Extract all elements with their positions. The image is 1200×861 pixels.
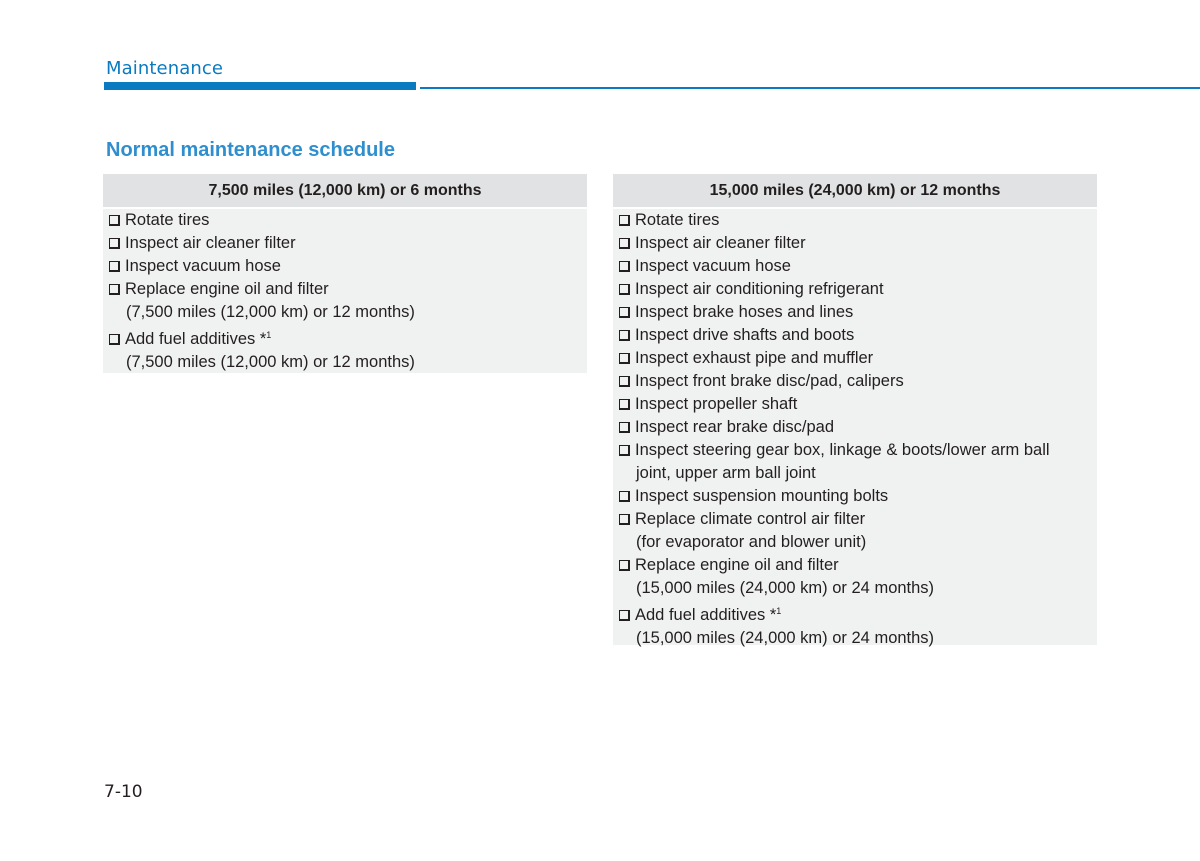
checkbox-icon (619, 422, 630, 433)
item-text: Inspect vacuum hose (635, 257, 791, 275)
footnote-marker: 1 (266, 330, 272, 340)
checklist-item: Add fuel additives *1 (7,500 miles (12,00… (109, 324, 587, 374)
item-text: Inspect suspension mounting bolts (635, 487, 889, 505)
schedule-heading: 7,500 miles (12,000 km) or 6 months (103, 174, 587, 209)
checklist-item: Inspect air cleaner filter (619, 232, 1097, 255)
item-note: (15,000 miles (24,000 km) or 24 months) (636, 629, 935, 647)
page-title: Normal maintenance schedule (106, 139, 395, 161)
item-text: Inspect drive shafts and boots (635, 326, 855, 344)
footnote-marker: 1 (776, 606, 782, 616)
checkbox-icon (619, 376, 630, 387)
item-text: Replace climate control air filter (635, 510, 866, 528)
checkbox-icon (619, 238, 630, 249)
item-text: Inspect steering gear box, linkage & boo… (635, 441, 1050, 459)
item-text: Inspect rear brake disc/pad (635, 418, 835, 436)
item-note: (15,000 miles (24,000 km) or 24 months) (636, 579, 935, 597)
checkbox-icon (619, 514, 630, 525)
checkbox-icon (619, 215, 630, 226)
checklist-item: Inspect brake hoses and lines (619, 301, 1097, 324)
section-label: Maintenance (106, 58, 224, 79)
checklist-item: Inspect air cleaner filter (109, 232, 587, 255)
checkbox-icon (619, 261, 630, 272)
checkbox-icon (619, 560, 630, 571)
item-text: Rotate tires (125, 211, 210, 229)
checkbox-icon (109, 238, 120, 249)
checklist-item: Inspect rear brake disc/pad (619, 416, 1097, 439)
schedule-table-15000: 15,000 miles (24,000 km) or 12 months Ro… (613, 174, 1097, 647)
checklist-item: Replace engine oil and filter (7,500 mile… (109, 278, 587, 324)
schedule-heading: 15,000 miles (24,000 km) or 12 months (613, 174, 1097, 209)
schedule-table-7500: 7,500 miles (12,000 km) or 6 months Rota… (103, 174, 587, 373)
item-text: Rotate tires (635, 211, 720, 229)
schedule-items: Rotate tires Inspect air cleaner filter In… (103, 209, 587, 374)
checklist-item: Inspect propeller shaft (619, 393, 1097, 416)
checklist-item: Inspect front brake disc/pad, calipers (619, 370, 1097, 393)
checklist-item: Inspect steering gear box, linkage & boo… (619, 439, 1097, 485)
item-note: joint, upper arm ball joint (636, 464, 816, 482)
checkbox-icon (619, 445, 630, 456)
item-note: (7,500 miles (12,000 km) or 12 months) (126, 303, 415, 321)
checkbox-icon (619, 610, 630, 621)
checkbox-icon (109, 334, 120, 345)
checklist-item: Inspect vacuum hose (619, 255, 1097, 278)
checklist-item: Inspect drive shafts and boots (619, 324, 1097, 347)
item-text: Inspect air conditioning refrigerant (635, 280, 884, 298)
item-text: Inspect front brake disc/pad, calipers (635, 372, 904, 390)
header-rule-thin (420, 87, 1200, 89)
checkbox-icon (619, 284, 630, 295)
checklist-item: Rotate tires (109, 209, 587, 232)
item-text: Inspect propeller shaft (635, 395, 798, 413)
checkbox-icon (619, 330, 630, 341)
item-text: Inspect brake hoses and lines (635, 303, 854, 321)
checkbox-icon (109, 261, 120, 272)
checklist-item: Rotate tires (619, 209, 1097, 232)
checkbox-icon (619, 399, 630, 410)
checkbox-icon (109, 284, 120, 295)
checkbox-icon (619, 491, 630, 502)
item-note: (for evaporator and blower unit) (636, 533, 867, 551)
schedule-items: Rotate tires Inspect air cleaner filter In… (613, 209, 1097, 650)
checklist-item: Add fuel additives *1 (15,000 miles (24,0… (619, 600, 1097, 650)
item-text: Add fuel additives * (125, 330, 267, 348)
page-number: 7-10 (104, 782, 143, 802)
item-text: Replace engine oil and filter (635, 556, 839, 574)
item-text: Inspect vacuum hose (125, 257, 281, 275)
checklist-item: Inspect exhaust pipe and muffler (619, 347, 1097, 370)
checkbox-icon (619, 353, 630, 364)
checkbox-icon (619, 307, 630, 318)
checklist-item: Inspect vacuum hose (109, 255, 587, 278)
item-note: (7,500 miles (12,000 km) or 12 months) (126, 353, 415, 371)
checklist-item: Inspect suspension mounting bolts (619, 485, 1097, 508)
item-text: Inspect air cleaner filter (125, 234, 296, 252)
header-rule-thick (104, 82, 416, 90)
checkbox-icon (109, 215, 120, 226)
item-text: Inspect exhaust pipe and muffler (635, 349, 874, 367)
checklist-item: Replace engine oil and filter (15,000 mil… (619, 554, 1097, 600)
checklist-item: Inspect air conditioning refrigerant (619, 278, 1097, 301)
checklist-item: Replace climate control air filter (for e… (619, 508, 1097, 554)
item-text: Inspect air cleaner filter (635, 234, 806, 252)
item-text: Add fuel additives * (635, 606, 777, 624)
item-text: Replace engine oil and filter (125, 280, 329, 298)
